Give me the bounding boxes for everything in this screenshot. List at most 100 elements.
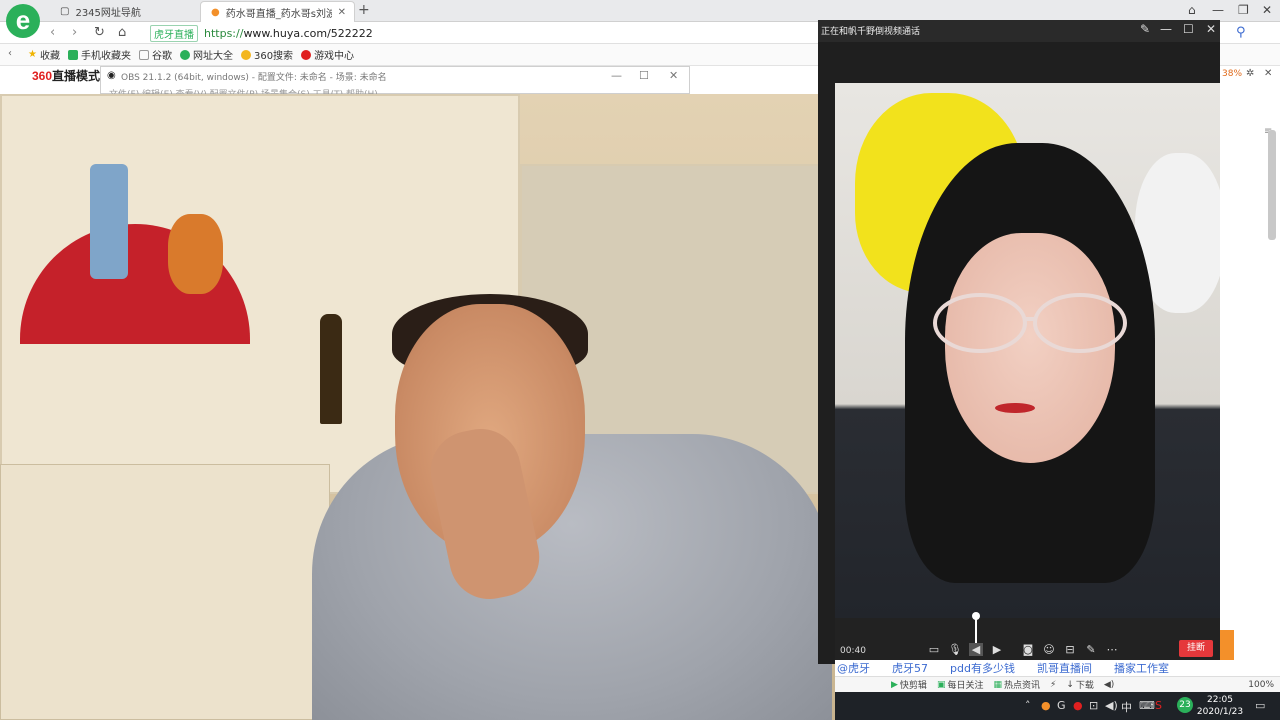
pin-icon[interactable]: ✎: [1140, 22, 1150, 36]
star-icon: ★: [28, 49, 37, 60]
network-icon[interactable]: ⊡: [1089, 699, 1098, 712]
speaker-icon[interactable]: ◀: [969, 643, 983, 656]
layout-icon[interactable]: ⊟: [1063, 643, 1077, 656]
screenshot-icon[interactable]: ◙: [1021, 643, 1035, 656]
site-badge: 虎牙直播: [150, 24, 198, 42]
bookmark-games[interactable]: 游戏中心: [301, 47, 354, 62]
bookmark-google[interactable]: 谷歌: [138, 47, 172, 62]
clock[interactable]: 22:05 2020/1/23: [1195, 694, 1245, 718]
download-button[interactable]: ↓ 下载: [1066, 678, 1094, 692]
clip-icon: ▶: [891, 679, 898, 690]
edit-icon[interactable]: ✎: [1084, 643, 1098, 656]
news-icon: ▦: [993, 679, 1002, 690]
download-icon: ↓: [1066, 679, 1074, 690]
caller-glasses: [933, 293, 1127, 353]
browser-status-bar: ▶ 快剪辑 ▣ 每日关注 ▦ 热点资讯 ⚡ ↓ 下载 ◀) 100%: [835, 676, 1280, 692]
video-call-window[interactable]: 正在和帆千野倒视频通话 ✎ — ☐ ✕ 00:40 ▭ 🎙 ◀ ▶ ◙ ☺ ⊟ …: [818, 20, 1220, 664]
obs-window[interactable]: ◉ OBS 21.1.2 (64bit, windows) - 配置文件: 未命…: [100, 66, 690, 100]
call-close-icon[interactable]: ✕: [1206, 22, 1216, 36]
page-icon: [138, 49, 149, 60]
g-tray-icon[interactable]: G: [1057, 699, 1066, 712]
call-minimize-icon[interactable]: —: [1160, 22, 1172, 36]
show-hidden-icons[interactable]: ˄: [1025, 699, 1031, 712]
close-window-icon[interactable]: ✕: [1262, 3, 1272, 17]
page-brand: 360直播模式: [32, 69, 101, 83]
page-link[interactable]: 凯哥直播间: [1037, 660, 1092, 676]
action-center-icon[interactable]: ▭: [1255, 699, 1265, 712]
url-field[interactable]: 虎牙直播 https://www.huya.com/522222: [150, 24, 800, 42]
home-icon[interactable]: ⌂: [118, 25, 126, 40]
app2-tray-icon[interactable]: ●: [1073, 699, 1083, 712]
url-text: https://www.huya.com/522222: [204, 26, 373, 40]
percent-badge: 38%: [1222, 69, 1243, 79]
browser-logo[interactable]: e: [6, 4, 40, 38]
obs-title: OBS 21.1.2 (64bit, windows) - 配置文件: 未命名 …: [121, 73, 387, 83]
bookmark-favorites[interactable]: ★ 收藏: [28, 47, 60, 62]
tab-label: 2345网址导航: [75, 8, 141, 19]
tab-2345[interactable]: ▢ 2345网址导航: [50, 1, 149, 22]
search-icon[interactable]: ⚲: [1236, 25, 1246, 40]
page-link[interactable]: @虎牙: [837, 660, 870, 676]
beauty-icon[interactable]: ☺: [1042, 643, 1056, 656]
security-icon[interactable]: S: [1155, 699, 1162, 712]
zoom-level[interactable]: 100%: [1248, 680, 1280, 690]
hot-news-button[interactable]: ▦ 热点资讯: [993, 678, 1040, 692]
obs-close-icon[interactable]: ✕: [669, 69, 678, 82]
bookmark-mobile[interactable]: 手机收藏夹: [67, 47, 131, 62]
volume-knob[interactable]: [972, 612, 980, 620]
calendar-icon: ▣: [936, 679, 946, 690]
clock-date: 2020/1/23: [1196, 707, 1244, 717]
call-title: 正在和帆千野倒视频通话: [821, 27, 921, 37]
obs-maximize-icon[interactable]: ☐: [639, 69, 649, 82]
obs-minimize-icon[interactable]: —: [611, 69, 622, 82]
volume-icon[interactable]: ◀): [1104, 680, 1114, 690]
forward-icon[interactable]: ›: [72, 25, 77, 40]
notification-badge[interactable]: 23: [1177, 697, 1193, 713]
scrollbar-thumb[interactable]: [1268, 130, 1276, 240]
call-toolbar: 00:40 ▭ 🎙 ◀ ▶ ◙ ☺ ⊟ ✎ ⋯ 挂断: [835, 612, 1220, 664]
sidebar-toggle-icon[interactable]: ‹: [8, 48, 12, 59]
page-link[interactable]: 播家工作室: [1114, 660, 1169, 676]
search-360-icon: [240, 49, 251, 60]
tab-huya[interactable]: ● 药水哥直播_药水哥s刘波直播间... ✕: [200, 1, 355, 22]
volume-tray-icon[interactable]: ◀): [1105, 699, 1118, 712]
microphone-icon[interactable]: 🎙: [948, 643, 962, 656]
clock-time: 22:05: [1207, 695, 1233, 705]
restore-icon[interactable]: ❐: [1238, 3, 1249, 17]
bookmark-nav[interactable]: 网址大全: [179, 47, 233, 62]
close-tab-icon[interactable]: ✕: [338, 7, 346, 18]
page-link[interactable]: 虎牙57: [892, 660, 928, 676]
bookmark-360search[interactable]: 360搜索: [240, 47, 293, 62]
app-tray-icon[interactable]: ●: [1041, 699, 1051, 712]
more-icon[interactable]: ⋯: [1105, 643, 1119, 656]
tab-label: 药水哥直播_药水哥s刘波直播间...: [225, 8, 332, 20]
webcam-feed: [0, 94, 835, 720]
close-panel-icon[interactable]: ✕: [1264, 68, 1272, 79]
new-tab-button[interactable]: +: [358, 2, 370, 18]
caller-lips: [995, 403, 1035, 413]
side-tab[interactable]: [1220, 630, 1234, 660]
page-icon: ▢: [60, 6, 70, 17]
shirt-icon[interactable]: ⌂: [1188, 3, 1196, 17]
game-icon: [301, 49, 312, 60]
screen-share-icon[interactable]: ▭: [927, 643, 941, 656]
call-timer: 00:40: [840, 646, 866, 656]
daily-follow-button[interactable]: ▣ 每日关注: [936, 678, 984, 692]
accelerate-icon[interactable]: ⚡: [1050, 680, 1056, 690]
quick-clip-button[interactable]: ▶ 快剪辑: [891, 678, 927, 692]
settings-icon[interactable]: ✲: [1246, 68, 1254, 79]
call-maximize-icon[interactable]: ☐: [1183, 22, 1194, 36]
refresh-icon[interactable]: ↻: [94, 25, 105, 40]
ime-label[interactable]: 中: [1121, 699, 1132, 715]
back-icon[interactable]: ‹: [50, 25, 55, 40]
champagne-bottle: [320, 314, 342, 424]
figurine: [168, 214, 223, 294]
hangup-button[interactable]: 挂断: [1179, 640, 1213, 657]
remote-video: [835, 83, 1220, 618]
camera-icon[interactable]: ▶: [990, 643, 1004, 656]
minimize-icon[interactable]: —: [1212, 3, 1224, 17]
obs-icon: ◉: [107, 70, 116, 81]
call-titlebar: 正在和帆千野倒视频通话 ✎ — ☐ ✕: [818, 20, 1220, 42]
input-method-icon[interactable]: ⌨: [1139, 699, 1155, 712]
page-link[interactable]: pdd有多少钱: [950, 660, 1015, 676]
